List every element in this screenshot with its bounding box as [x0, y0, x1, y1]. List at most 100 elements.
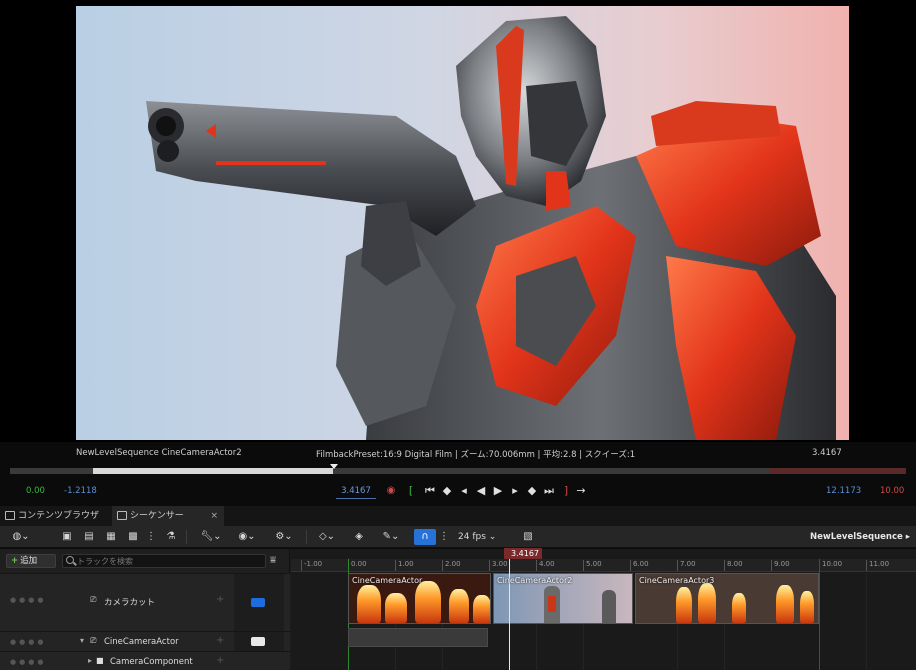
- snap-options-icon[interactable]: ⋮: [439, 529, 449, 545]
- track-row-camera-cuts[interactable]: ●●●● ⎚ カメラカット +: [0, 573, 290, 631]
- sequencer-toolbar: ◍⌄ ▣ ▤ ▦ ▩ ⋮ ⚗ 🔧︎⌄ ◉⌄ ⚙⌄ ◇⌄ ◈ ✎⌄ ∩ ⋮ 24 …: [0, 526, 916, 548]
- camera-lock-icon[interactable]: [251, 598, 265, 607]
- robot-character-render: [146, 16, 836, 440]
- frame-rate-dropdown[interactable]: 24 fps ⌄: [458, 529, 496, 545]
- playhead-time: 3.4167: [511, 549, 539, 558]
- actor-track-section[interactable]: [348, 628, 488, 647]
- shot-thumbnail: [357, 585, 381, 623]
- tab-sequencer[interactable]: シーケンサー ×: [112, 506, 224, 526]
- track-search-input[interactable]: [77, 555, 263, 567]
- save-icon[interactable]: ▣: [60, 529, 74, 545]
- sequence-name: NewLevelSequence: [809, 532, 903, 542]
- jump-start-icon[interactable]: ⏮: [423, 483, 437, 499]
- binding-icon[interactable]: ⚗: [164, 529, 178, 545]
- playhead[interactable]: 3.4167: [504, 548, 542, 559]
- search-icon: [66, 556, 74, 564]
- view-range-end[interactable]: 12.1173: [826, 486, 861, 496]
- set-end-icon[interactable]: ]: [559, 483, 573, 499]
- grid-line: [866, 573, 867, 670]
- scrub-playhead[interactable]: [330, 464, 338, 469]
- add-label: 追加: [20, 556, 38, 566]
- curve-editor-icon[interactable]: ▧: [520, 529, 536, 545]
- add-key-icon[interactable]: +: [216, 635, 224, 646]
- time-ruler[interactable]: -1.00 0.00 1.00 2.00 3.00 4.00 5.00 6.00…: [291, 559, 916, 572]
- viewport-time: 3.4167: [812, 448, 842, 458]
- ruler-tick: 0.00: [348, 560, 367, 571]
- track-toggle-icons[interactable]: ●●●●: [10, 638, 46, 646]
- loop-icon[interactable]: →: [574, 483, 588, 499]
- playback-end-marker[interactable]: [819, 559, 820, 670]
- shot-thumbnail: [732, 593, 746, 623]
- play-reverse-icon[interactable]: ◀: [474, 483, 488, 499]
- ruler-tick: -1.00: [301, 560, 322, 571]
- track-row-cine-camera-actor[interactable]: ●●●● ▾ ⎚ CineCameraActor +: [0, 631, 290, 651]
- shot-thumbnail: [449, 589, 469, 623]
- tab-content-browser[interactable]: コンテンツブラウザ: [0, 506, 108, 526]
- add-track-button[interactable]: + 追加: [6, 554, 56, 568]
- current-time-field[interactable]: 3.4167: [336, 483, 376, 499]
- snap-magnet-icon[interactable]: ∩: [414, 529, 436, 545]
- render-movie-icon[interactable]: ▦: [104, 529, 118, 545]
- camera-view-icon[interactable]: [251, 637, 265, 646]
- timeline[interactable]: -1.00 0.00 1.00 2.00 3.00 4.00 5.00 6.00…: [291, 548, 916, 670]
- record-icon[interactable]: ◉: [384, 483, 398, 499]
- eye-icon[interactable]: ◉⌄: [234, 529, 260, 545]
- step-forward-icon[interactable]: ▸: [508, 483, 522, 499]
- close-icon[interactable]: ×: [210, 506, 218, 526]
- track-label: CameraComponent: [110, 657, 193, 667]
- auto-key-icon[interactable]: ◈: [350, 529, 368, 545]
- play-icon[interactable]: ▶: [491, 483, 505, 499]
- pen-icon[interactable]: ✎⌄: [378, 529, 404, 545]
- next-key-icon[interactable]: ◆: [525, 483, 539, 499]
- track-toggle-icons[interactable]: ●●●●: [10, 658, 46, 666]
- find-asset-icon[interactable]: ▤: [82, 529, 96, 545]
- collapse-icon[interactable]: ▸: [88, 656, 92, 665]
- world-icon[interactable]: ◍⌄: [8, 529, 34, 545]
- playback-end-time[interactable]: 10.00: [880, 486, 904, 496]
- jump-end-icon[interactable]: ⏭: [542, 483, 556, 499]
- viewport-scrub-bar[interactable]: [10, 464, 906, 474]
- camera-cut-section[interactable]: CineCameraActor2: [493, 573, 633, 624]
- track-label: カメラカット: [104, 598, 156, 608]
- track-row-camera-component[interactable]: ●●●● ▸ ■ CameraComponent +: [0, 651, 290, 670]
- playback-start-time[interactable]: 0.00: [26, 486, 45, 496]
- transport-bar: 0.00 -1.2118 3.4167 ◉ [ ⏮ ◆ ◂ ◀ ▶ ▸ ◆ ⏭ …: [0, 480, 916, 502]
- ruler-tick: 6.00: [630, 560, 649, 571]
- track-label: CineCameraActor: [104, 637, 179, 647]
- folder-icon: [5, 511, 15, 520]
- viewport-info-bar: NewLevelSequence CineCameraActor2 Filmba…: [0, 444, 916, 462]
- viewport-render[interactable]: [76, 6, 849, 440]
- ruler-tick: 10.00: [819, 560, 842, 571]
- camera-cut-section[interactable]: CineCameraActor3: [635, 573, 819, 624]
- camera-cut-section[interactable]: CineCameraActor: [348, 573, 491, 624]
- set-start-icon[interactable]: [: [404, 483, 418, 499]
- track-toggle-icons[interactable]: ●●●●: [10, 596, 46, 604]
- camera-cut-icon: ⎚: [90, 595, 97, 604]
- filter-icon[interactable]: ⩸: [270, 555, 276, 566]
- more-icon[interactable]: ⋮: [146, 529, 156, 545]
- sequence-name-breadcrumb[interactable]: NewLevelSequence ▸: [810, 529, 910, 545]
- shot-thumbnail: [415, 581, 441, 623]
- add-key-icon[interactable]: +: [216, 655, 224, 666]
- shot-name: CineCameraActor: [352, 576, 423, 585]
- gear-icon[interactable]: ⚙⌄: [270, 529, 298, 545]
- shot-thumbnail: [473, 595, 490, 623]
- ruler-tick: 8.00: [724, 560, 743, 571]
- scrub-out-range: [770, 468, 906, 474]
- view-range-start[interactable]: -1.2118: [64, 486, 97, 496]
- filmback-info: FilmbackPreset:16:9 Digital Film | ズーム:7…: [316, 450, 636, 460]
- add-key-icon[interactable]: +: [216, 594, 224, 605]
- wrench-icon[interactable]: 🔧︎⌄: [198, 529, 224, 545]
- track-outliner: +追加 ⩸ ●●●● ⎚ カメラカット + ●●●● ▾ ⎚ CineCamer…: [0, 549, 290, 670]
- shot-name: CineCameraActor3: [639, 576, 715, 585]
- expand-icon[interactable]: ▾: [80, 636, 84, 645]
- ruler-tick: 1.00: [395, 560, 414, 571]
- prev-key-icon[interactable]: ◆: [440, 483, 454, 499]
- step-back-icon[interactable]: ◂: [457, 483, 471, 499]
- camera-lock-column: [234, 574, 284, 631]
- key-diamond-icon[interactable]: ◇⌄: [314, 529, 340, 545]
- track-search: [62, 554, 266, 568]
- ruler-tick: 9.00: [771, 560, 790, 571]
- shot-thumbnail: [385, 593, 407, 623]
- camera-icon[interactable]: ▩: [126, 529, 140, 545]
